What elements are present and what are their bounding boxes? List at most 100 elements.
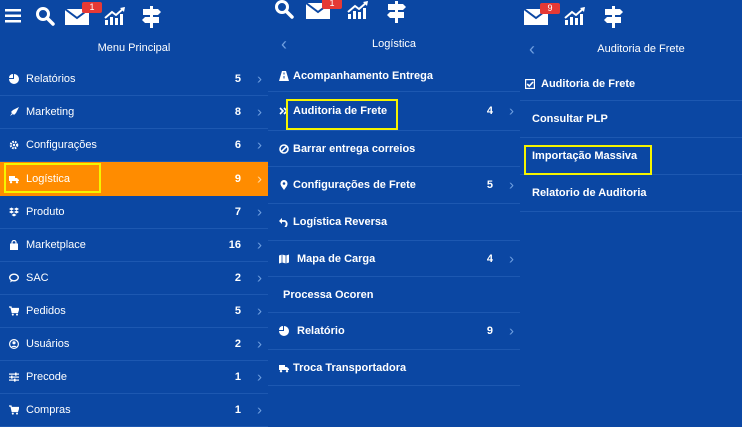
menu-item-troca-transportadora[interactable]: Troca Transportadora: [268, 350, 520, 386]
menu-item-consultar-plp[interactable]: Consultar PLP: [520, 101, 742, 138]
cart-icon: [9, 405, 19, 415]
signpost-icon[interactable]: [602, 5, 624, 29]
menu-item-label: Logística Reversa: [293, 216, 388, 228]
gear-icon: [9, 140, 19, 150]
menu-item-label: Relatório: [297, 325, 345, 337]
hamburger-menu-icon[interactable]: [5, 9, 21, 23]
menu-item-count: 5: [486, 179, 493, 191]
menu-item-label: Produto: [26, 206, 65, 218]
menu-item-count: 1: [234, 371, 241, 383]
chart-trend-icon[interactable]: [564, 6, 588, 26]
chat-icon: [9, 273, 19, 283]
truck-icon: [279, 364, 289, 372]
menu-item-mapa-de-carga[interactable]: Mapa de Carga 4 ›: [268, 241, 520, 277]
menu-item-acompanhamento-entrega[interactable]: Acompanhamento Entrega: [268, 61, 520, 92]
menu-item-label: Marketplace: [26, 239, 86, 251]
notification-badge: 1: [82, 2, 102, 13]
menu-item-logistica-reversa[interactable]: Logística Reversa: [268, 204, 520, 241]
chevron-right-icon: ›: [257, 302, 262, 320]
panel-header: ‹ Auditoria de Frete: [520, 38, 742, 60]
rocket-icon: [10, 107, 19, 116]
truck-icon: [9, 175, 19, 183]
menu-item-label: Acompanhamento Entrega: [293, 70, 433, 82]
chevron-right-icon: ›: [509, 176, 514, 194]
menu-item-count: 9: [486, 325, 493, 337]
map-marker-icon: [280, 180, 288, 190]
menu-item-label: Precode: [26, 371, 67, 383]
menu-item-label: Usuários: [26, 338, 70, 350]
menu-item-count: 2: [234, 338, 241, 350]
pie-chart-icon: [9, 74, 19, 84]
chevron-right-icon: ›: [257, 269, 262, 287]
menu-item-logistica[interactable]: Logística 9 ›: [0, 162, 268, 196]
menu-item-pedidos[interactable]: Pedidos 5 ›: [0, 295, 268, 328]
menu-item-label: Processa Ocoren: [283, 288, 374, 301]
menu-item-compras[interactable]: Compras 1 ›: [0, 394, 268, 427]
menu-item-count: 5: [234, 73, 241, 85]
menu-item-label: Configurações de Frete: [293, 179, 416, 191]
auditoria-submenu-panel: 9 ‹ Auditoria de Frete Auditoria de Fret…: [520, 0, 742, 423]
chevron-left-icon[interactable]: ‹: [276, 33, 292, 55]
menu-item-relatorios[interactable]: Relatórios 5 ›: [0, 63, 268, 96]
signpost-icon[interactable]: [140, 5, 162, 29]
menu-item-processa-ocoren[interactable]: Processa Ocoren: [268, 277, 520, 313]
menu-item-count: 2: [234, 272, 241, 284]
panel-title: Logística: [371, 38, 417, 50]
dropbox-icon: [9, 207, 19, 217]
menu-item-produto[interactable]: Produto 7 ›: [0, 196, 268, 229]
menu-item-auditoria-de-frete[interactable]: Auditoria de Frete 4 ›: [268, 92, 520, 131]
menu-item-precode[interactable]: Precode 1 ›: [0, 361, 268, 394]
pie-chart-icon: [279, 326, 289, 336]
menu-item-label: Mapa de Carga: [297, 252, 376, 265]
main-menu-panel: 1 Menu Principal Relatórios 5 › Marketin…: [0, 0, 268, 427]
top-toolbar: 1: [268, 0, 520, 34]
panel-header: ‹ Logística: [268, 33, 520, 55]
menu-item-barrar-entrega-correios[interactable]: Barrar entrega correios: [268, 131, 520, 167]
chevron-right-icon: ›: [257, 335, 262, 353]
menu-item-marketplace[interactable]: Marketplace 16 ›: [0, 229, 268, 262]
top-toolbar: 9: [520, 0, 742, 34]
chevron-right-icon: ›: [257, 170, 262, 187]
map-icon: [279, 254, 289, 263]
chevron-right-icon: ›: [509, 322, 514, 340]
menu-item-importacao-massiva[interactable]: Importação Massiva: [520, 138, 742, 175]
notification-badge: 1: [322, 0, 342, 9]
chevron-right-icon: ›: [509, 102, 514, 120]
user-circle-icon: [9, 339, 19, 349]
search-icon[interactable]: [35, 6, 55, 26]
signpost-icon[interactable]: [385, 0, 407, 24]
panel-title: Auditoria de Frete: [597, 43, 685, 55]
menu-item-label: Auditoria de Frete: [541, 77, 636, 90]
menu-item-label: Troca Transportadora: [293, 361, 407, 374]
chevron-right-icon: ›: [257, 103, 262, 121]
chevron-right-icon: ›: [257, 136, 262, 154]
menu-item-label: Logística: [26, 172, 71, 185]
menu-item-label: SAC: [26, 272, 49, 284]
checkbox-icon: [525, 78, 535, 89]
menu-item-count: 6: [234, 139, 241, 151]
menu-item-usuarios[interactable]: Usuários 2 ›: [0, 328, 268, 361]
menu-item-marketing[interactable]: Marketing 8 ›: [0, 96, 268, 129]
chevron-left-icon[interactable]: ‹: [524, 38, 540, 60]
menu-item-relatorio[interactable]: Relatório 9 ›: [268, 313, 520, 350]
chart-trend-icon[interactable]: [104, 6, 128, 26]
logistica-submenu-panel: 1 ‹ Logística Acompanhamento Entrega Aud…: [268, 0, 520, 423]
menu-item-configuracoes-de-frete[interactable]: Configurações de Frete 5 ›: [268, 167, 520, 204]
menu-item-count: 8: [234, 106, 241, 118]
menu-item-count: 5: [234, 305, 241, 317]
menu-item-auditoria-de-frete[interactable]: Auditoria de Frete: [520, 67, 742, 101]
menu-item-configuracoes[interactable]: Configurações 6 ›: [0, 129, 268, 162]
chart-trend-icon[interactable]: [347, 0, 371, 20]
menu-item-count: 7: [234, 206, 241, 218]
menu-item-sac[interactable]: SAC 2 ›: [0, 262, 268, 295]
menu-item-label: Importação Massiva: [532, 150, 638, 162]
undo-icon: [279, 218, 288, 227]
panel-title: Menu Principal: [97, 42, 171, 54]
chevron-right-icon: ›: [257, 401, 262, 419]
search-icon[interactable]: [274, 0, 296, 20]
menu-item-label: Compras: [26, 404, 71, 416]
menu-item-label: Marketing: [26, 106, 75, 118]
menu-item-label: Auditoria de Frete: [293, 105, 388, 117]
menu-item-relatorio-de-auditoria[interactable]: Relatorio de Auditoria: [520, 175, 742, 212]
chevron-right-icon: ›: [257, 70, 262, 88]
